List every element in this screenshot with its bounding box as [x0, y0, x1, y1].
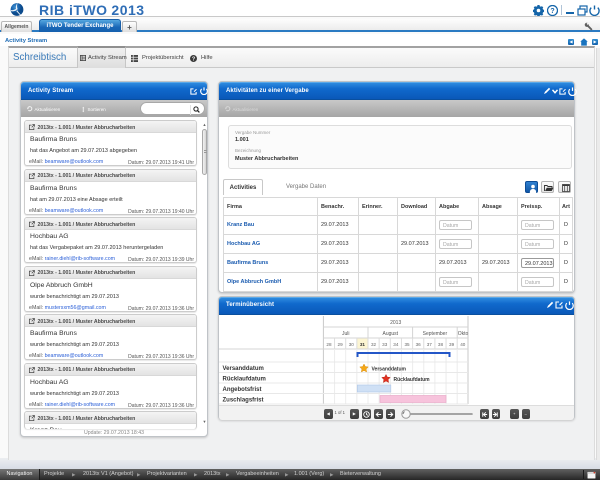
svg-text:Okto: Okto	[458, 331, 469, 337]
svg-text:34: 34	[393, 342, 399, 347]
svg-text:37: 37	[427, 342, 433, 347]
svg-text:40: 40	[460, 342, 466, 347]
svg-text:August: August	[383, 331, 399, 337]
svg-text:Versanddatum: Versanddatum	[223, 366, 264, 372]
svg-text:30: 30	[349, 342, 355, 347]
svg-text:Juli: Juli	[342, 331, 350, 337]
svg-text:Angebotsfrist: Angebotsfrist	[223, 387, 262, 393]
svg-text:29: 29	[338, 342, 344, 347]
svg-text:Rücklaufdatum: Rücklaufdatum	[223, 377, 266, 383]
svg-text:Zuschlagsfrist: Zuschlagsfrist	[223, 398, 264, 404]
svg-text:32: 32	[371, 342, 377, 347]
svg-text:September: September	[423, 331, 448, 337]
svg-text:?: ?	[550, 8, 554, 15]
svg-text:Versanddatum: Versanddatum	[372, 367, 407, 373]
svg-text:33: 33	[382, 342, 388, 347]
svg-text:39: 39	[449, 342, 455, 347]
svg-text:38: 38	[438, 342, 444, 347]
svg-text:36: 36	[416, 342, 422, 347]
svg-text:35: 35	[404, 342, 410, 347]
svg-text:28: 28	[326, 342, 332, 347]
svg-text:Rücklaufdatum: Rücklaufdatum	[394, 377, 431, 383]
svg-text:2013: 2013	[390, 320, 401, 326]
svg-text:31: 31	[360, 342, 366, 347]
